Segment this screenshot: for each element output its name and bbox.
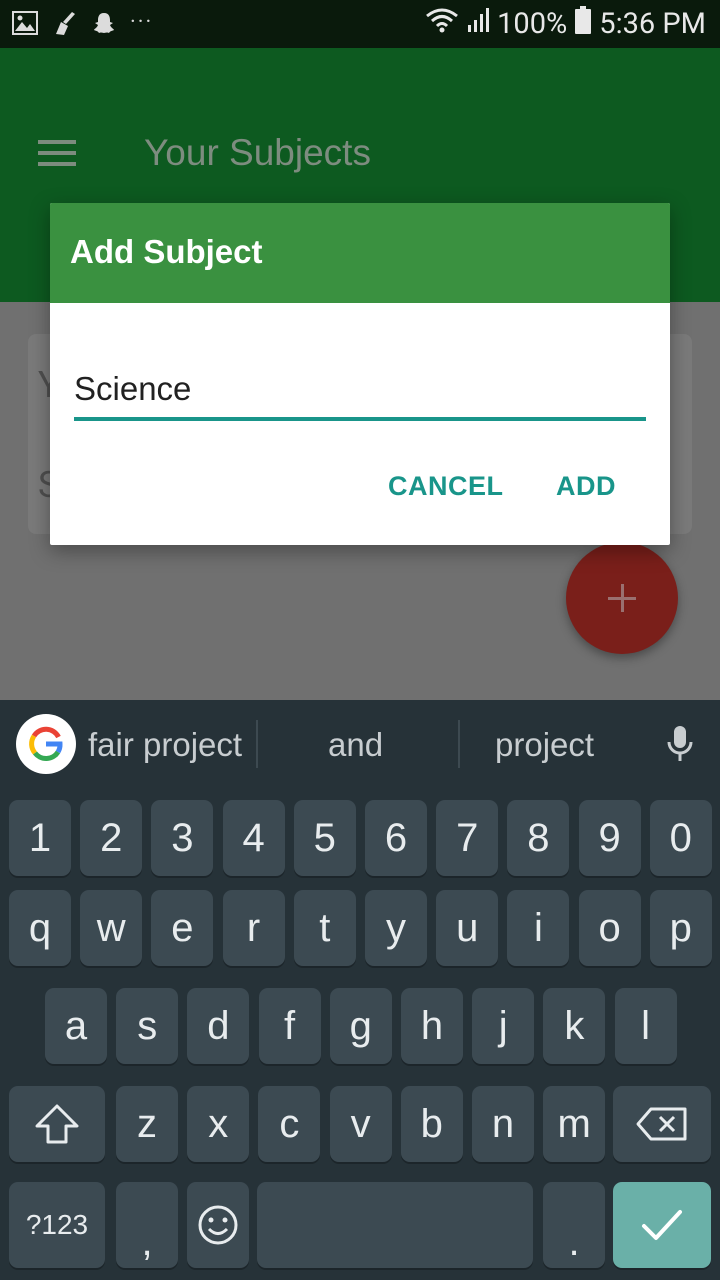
key-a[interactable]: a [45,988,107,1064]
key-l[interactable]: l [614,988,677,1064]
period-key[interactable]: . [543,1182,605,1268]
key-q[interactable]: q [9,890,71,966]
key-3[interactable]: 3 [151,800,214,876]
shift-key[interactable] [9,1086,105,1162]
more-notifications-icon: ··· [130,9,154,35]
key-z[interactable]: z [116,1086,178,1162]
key-y[interactable]: y [365,890,427,966]
key-c[interactable]: c [258,1086,321,1162]
input-underline [74,417,646,421]
space-key[interactable] [257,1182,533,1268]
key-g[interactable]: g [329,988,392,1064]
google-logo-icon[interactable] [16,714,76,774]
cancel-button[interactable]: CANCEL [388,471,504,502]
status-bar: ··· 100% 5:36 PM [0,0,720,48]
cleaner-icon [52,10,78,40]
key-9[interactable]: 9 [578,800,641,876]
key-i[interactable]: i [507,890,570,966]
suggestion-3[interactable]: project [495,726,594,764]
add-fab-button[interactable] [566,542,678,654]
key-n[interactable]: n [472,1086,534,1162]
key-e[interactable]: e [151,890,214,966]
key-t[interactable]: t [293,890,356,966]
battery-percentage: 100% [497,7,568,41]
keyboard: fair project and project 1234567890qwert… [0,700,720,1280]
key-w[interactable]: w [80,890,143,966]
key-r[interactable]: r [222,890,285,966]
page-title: Your Subjects [144,132,371,173]
key-j[interactable]: j [472,988,535,1064]
key-v[interactable]: v [329,1086,392,1162]
menu-icon[interactable] [38,140,76,166]
suggestion-strip: fair project and project [0,700,720,794]
emoji-key[interactable] [187,1182,249,1268]
comma-key[interactable]: , [116,1182,178,1268]
battery-icon [575,6,592,42]
suggestion-1[interactable]: fair project [88,726,242,764]
add-button[interactable]: ADD [556,471,616,502]
key-f[interactable]: f [258,988,321,1064]
key-b[interactable]: b [400,1086,463,1162]
key-0[interactable]: 0 [649,800,712,876]
key-p[interactable]: p [649,890,712,966]
key-k[interactable]: k [543,988,606,1064]
enter-key[interactable] [613,1182,711,1268]
subject-field[interactable] [74,363,646,421]
symbols-key[interactable]: ?123 [9,1182,105,1268]
key-5[interactable]: 5 [293,800,356,876]
microphone-icon[interactable] [664,724,696,768]
emoji-icon [198,1205,238,1245]
key-x[interactable]: x [187,1086,250,1162]
image-icon [12,11,38,39]
signal-icon [467,7,490,41]
clock: 5:36 PM [599,7,706,41]
key-2[interactable]: 2 [80,800,143,876]
key-o[interactable]: o [578,890,641,966]
key-7[interactable]: 7 [436,800,499,876]
key-s[interactable]: s [116,988,179,1064]
backspace-key[interactable] [613,1086,711,1162]
key-1[interactable]: 1 [9,800,71,876]
key-d[interactable]: d [187,988,250,1064]
key-6[interactable]: 6 [365,800,427,876]
dialog-title: Add Subject [70,233,263,270]
subject-input[interactable] [74,363,646,415]
add-subject-dialog: Add Subject CANCEL ADD [50,203,670,545]
key-m[interactable]: m [543,1086,606,1162]
key-h[interactable]: h [401,988,463,1064]
key-4[interactable]: 4 [222,800,285,876]
key-u[interactable]: u [436,890,499,966]
snapchat-icon [92,11,116,39]
wifi-icon [425,6,459,42]
key-8[interactable]: 8 [507,800,570,876]
suggestion-2[interactable]: and [328,726,383,764]
checkmark-icon [642,1210,682,1240]
